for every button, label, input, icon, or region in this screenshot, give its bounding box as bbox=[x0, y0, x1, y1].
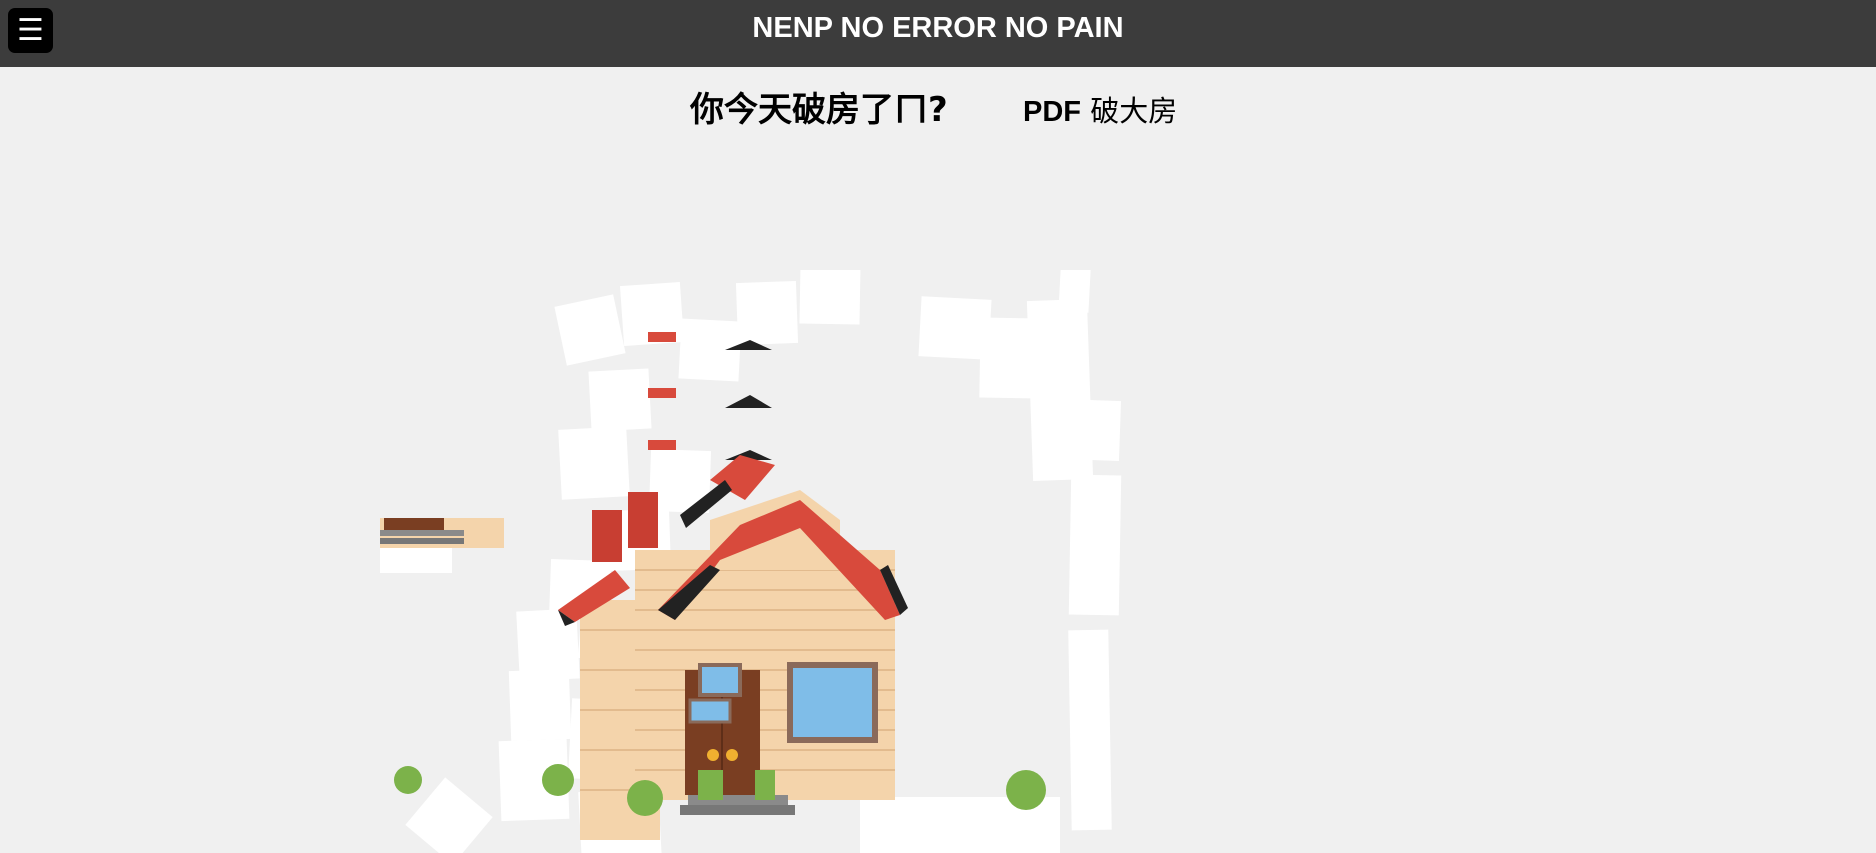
app-title: NENP NO ERROR NO PAIN bbox=[752, 12, 1124, 44]
subtitle-row: 你今天破房了ㄇ? PDF 破大房 bbox=[0, 82, 1876, 132]
broken-house-puzzle-image[interactable] bbox=[380, 270, 1140, 853]
pdf-link-label: 破大房 bbox=[1090, 94, 1178, 128]
top-bar: ☰ NENP NO ERROR NO PAIN bbox=[0, 0, 1876, 67]
pdf-link-prefix: PDF bbox=[1023, 96, 1081, 128]
house-illustration bbox=[394, 332, 1046, 840]
page-question: 你今天破房了ㄇ? bbox=[690, 90, 948, 130]
pdf-link[interactable]: PDF 破大房 bbox=[1023, 88, 1177, 130]
